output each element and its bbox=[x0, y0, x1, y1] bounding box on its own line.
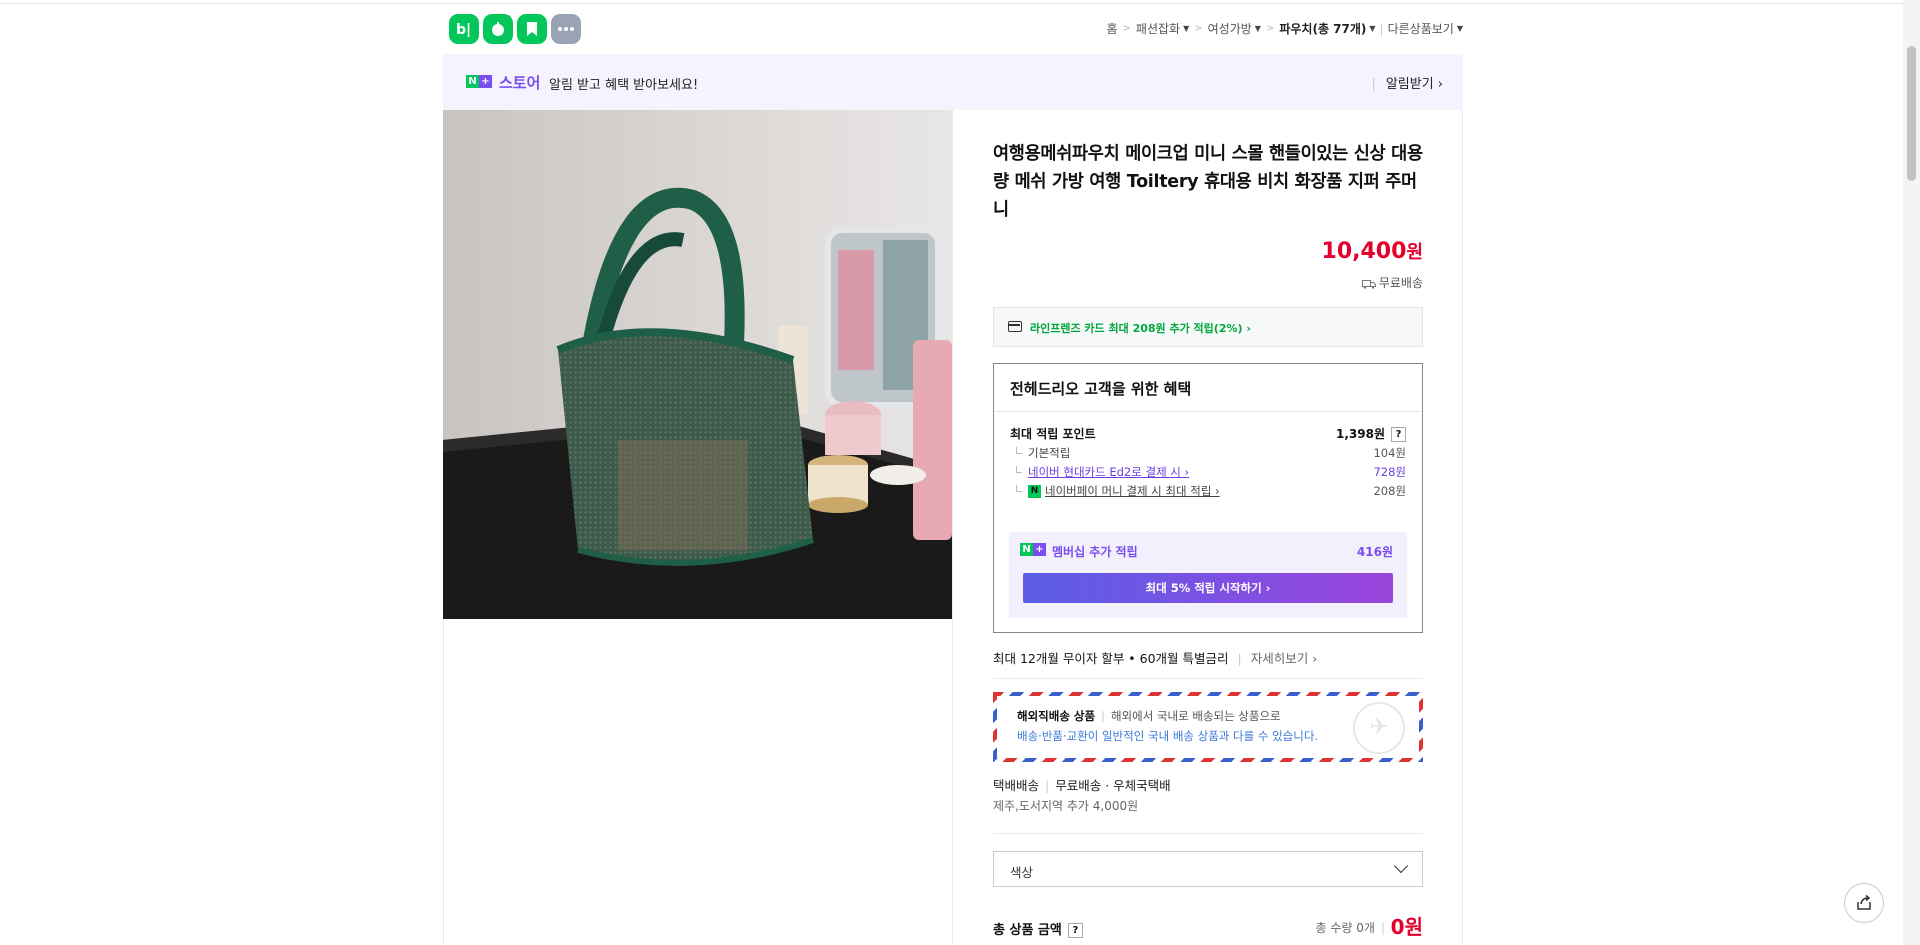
divider: | bbox=[1237, 651, 1242, 666]
overseas-inner: 해외직배송 상품 | 해외에서 국내로 배송되는 상품으로 배송·반품·교환이 일반… bbox=[997, 696, 1419, 758]
band-icon[interactable] bbox=[483, 14, 513, 44]
page-scrollbar[interactable] bbox=[1903, 0, 1920, 945]
credit-card-icon bbox=[1008, 321, 1022, 332]
benefit-box: 전헤드리오 고객을 위한 혜택 최대 적립 포인트 1,398원? 기본적립 1… bbox=[993, 363, 1423, 633]
svg-text:b|: b| bbox=[456, 22, 471, 37]
price-currency: 원 bbox=[1406, 242, 1423, 263]
help-icon[interactable]: ? bbox=[1391, 427, 1406, 442]
divider bbox=[993, 678, 1423, 679]
points-row-value: 208원 bbox=[1373, 484, 1406, 498]
total-quantity-wrap: 총 수량 0개 | bbox=[1316, 919, 1385, 936]
card-benefit-text: 라인프렌즈 카드 최대 208원 추가 적립(2%) › bbox=[1030, 322, 1251, 335]
total-amount: 0원 bbox=[1390, 915, 1423, 939]
npay-money-link[interactable]: 네이버페이 머니 결제 시 최대 적립 › bbox=[1045, 484, 1220, 498]
notify-button[interactable]: | 알림받기 › bbox=[1371, 73, 1443, 92]
delivery-info: 택배배송 | 무료배송 · 우체국택배 bbox=[993, 775, 1171, 794]
breadcrumb: 홈 > 패션잡화 ▼ > 여성가방 ▼ > 파우치(총 77개) ▼ | 다른상품보기… bbox=[1106, 20, 1463, 37]
breadcrumb-category-fashion[interactable]: 패션잡화 bbox=[1136, 20, 1180, 37]
share-button[interactable] bbox=[1844, 883, 1884, 923]
page-container: b| 홈 > 패션잡화 ▼ > 여성가방 ▼ > 파우치(총 77개) ▼ | 다른상… bbox=[443, 4, 1463, 945]
truck-icon bbox=[1361, 279, 1376, 289]
divider: | bbox=[1380, 921, 1385, 935]
membership-value: 416원 bbox=[1356, 545, 1393, 559]
delivery-extra-fee: 제주,도서지역 추가 4,000원 bbox=[993, 799, 1139, 813]
installment-info: 최대 12개월 무이자 할부 • 60개월 특별금리 | 자세히보기 › bbox=[993, 648, 1317, 667]
color-option-value: 색상 bbox=[1010, 865, 1034, 880]
more-icon[interactable] bbox=[551, 14, 581, 44]
chevron-down-icon bbox=[1393, 858, 1409, 874]
points-row-label: 기본적립 bbox=[1010, 445, 1070, 461]
share-icon bbox=[1857, 894, 1871, 910]
overseas-shipping-notice: 해외직배송 상품 | 해외에서 국내로 배송되는 상품으로 배송·반품·교환이 일반… bbox=[993, 692, 1423, 762]
notify-label: 알림받기 › bbox=[1385, 77, 1443, 92]
shipping-info: 무료배송 bbox=[1361, 274, 1423, 291]
banner-message: 알림 받고 혜택 받아보세요! bbox=[549, 78, 699, 93]
points-row-value: 104원 bbox=[1373, 446, 1406, 460]
caret-down-icon[interactable]: ▼ bbox=[1255, 24, 1261, 33]
total-label-wrap: 총 상품 금액? bbox=[993, 919, 1083, 938]
overseas-line-1: 해외직배송 상품 | 해외에서 국내로 배송되는 상품으로 bbox=[1017, 708, 1281, 724]
airplane-stamp-icon: ✈ bbox=[1353, 702, 1405, 754]
bookmark-icon[interactable] bbox=[517, 14, 547, 44]
divider: | bbox=[1045, 778, 1050, 793]
divider: | bbox=[1101, 709, 1105, 723]
points-row-value: 728원 bbox=[1373, 465, 1406, 479]
breadcrumb-category-bags[interactable]: 여성가방 bbox=[1208, 20, 1252, 37]
caret-down-icon[interactable]: ▼ bbox=[1183, 24, 1189, 33]
installment-more-link[interactable]: 자세히보기 › bbox=[1251, 651, 1317, 666]
divider bbox=[993, 833, 1423, 834]
divider: | bbox=[1379, 21, 1384, 36]
overseas-note: 배송·반품·교환이 일반적인 국내 배송 상품과 다를 수 있습니다. bbox=[1017, 729, 1319, 743]
delivery-method: 택배배송 bbox=[993, 778, 1040, 793]
max-points-label: 최대 적립 포인트 bbox=[1010, 427, 1096, 441]
store-label: 스토어 bbox=[499, 74, 541, 92]
hyundai-card-link[interactable]: 네이버 현대카드 Ed2로 결제 시 › bbox=[1028, 465, 1189, 479]
chevron-right-icon: > bbox=[1122, 23, 1131, 34]
delivery-carrier: · 우체국택배 bbox=[1105, 778, 1171, 793]
chevron-right-icon: > bbox=[1265, 23, 1275, 34]
other-products-link[interactable]: 다른상품보기 bbox=[1388, 20, 1454, 37]
total-label: 총 상품 금액 bbox=[993, 923, 1062, 938]
membership-start-button[interactable]: 최대 5% 적립 시작하기 › bbox=[1023, 573, 1393, 603]
column-divider bbox=[952, 110, 953, 945]
total-price-row: 총 상품 금액? 총 수량 0개 | 0원 bbox=[993, 911, 1423, 941]
delivery-fee: 무료배송 bbox=[1055, 778, 1102, 793]
points-row-label: 네이버 현대카드 Ed2로 결제 시 › bbox=[1010, 464, 1189, 480]
scrollbar-thumb[interactable] bbox=[1907, 46, 1916, 181]
divider bbox=[994, 411, 1422, 412]
product-image[interactable] bbox=[443, 110, 952, 619]
overseas-title: 해외직배송 상품 bbox=[1017, 709, 1096, 723]
membership-box: N + 멤버십 추가 적립 416원 최대 5% 적립 시작하기 › bbox=[1009, 532, 1407, 618]
naver-plus-logo-icon: N + bbox=[1020, 543, 1046, 556]
chevron-right-icon: > bbox=[1194, 23, 1203, 34]
store-notify-banner: N + 스토어 알림 받고 혜택 받아보세요! | 알림받기 › bbox=[443, 54, 1463, 110]
store-header: b| 홈 > 패션잡화 ▼ > 여성가방 ▼ > 파우치(총 77개) ▼ | 다른상… bbox=[443, 4, 1463, 54]
shipping-text: 무료배송 bbox=[1378, 276, 1423, 290]
total-quantity: 총 수량 0개 bbox=[1315, 921, 1375, 935]
product-price: 10,400원 bbox=[1322, 238, 1423, 264]
benefit-heading: 전헤드리오 고객을 위한 혜택 bbox=[1010, 380, 1192, 398]
membership-label: 멤버십 추가 적립 bbox=[1052, 545, 1138, 559]
overseas-desc: 해외에서 국내로 배송되는 상품으로 bbox=[1110, 709, 1281, 723]
npay-icon: N bbox=[1028, 485, 1041, 498]
product-title: 여행용메쉬파우치 메이크업 미니 스몰 핸들이있는 신상 대용량 메쉬 가방 여… bbox=[993, 144, 1423, 220]
help-icon[interactable]: ? bbox=[1067, 923, 1083, 938]
caret-down-icon[interactable]: ▼ bbox=[1369, 24, 1375, 33]
card-benefit-link[interactable]: 라인프렌즈 카드 최대 208원 추가 적립(2%) › bbox=[993, 307, 1423, 347]
installment-text: 최대 12개월 무이자 할부 • 60개월 특별금리 bbox=[993, 651, 1229, 666]
price-value: 10,400 bbox=[1321, 239, 1407, 264]
naver-plus-logo-icon: N + bbox=[466, 75, 492, 88]
breadcrumb-home[interactable]: 홈 bbox=[1106, 20, 1117, 37]
blog-icon[interactable]: b| bbox=[449, 14, 479, 44]
color-option-select[interactable]: 색상 bbox=[993, 851, 1423, 887]
max-points-value-wrap: 1,398원? bbox=[1336, 425, 1406, 442]
points-row-label: N 네이버페이 머니 결제 시 최대 적립 › bbox=[1010, 483, 1220, 499]
max-points-value: 1,398원 bbox=[1336, 427, 1385, 441]
caret-down-icon[interactable]: ▼ bbox=[1457, 24, 1463, 33]
breadcrumb-current[interactable]: 파우치(총 77개) bbox=[1279, 20, 1366, 37]
